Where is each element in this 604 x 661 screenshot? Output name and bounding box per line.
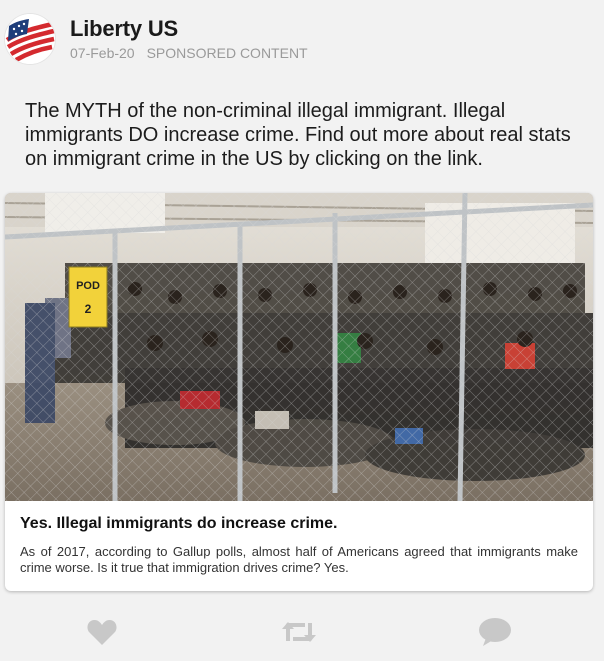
link-preview-image[interactable]: POD 2 <box>5 193 593 501</box>
sponsored-post: Liberty US 07-Feb-20 SPONSORED CONTENT Th… <box>0 0 604 661</box>
detention-facility-photo: POD 2 <box>5 193 593 501</box>
account-avatar[interactable] <box>5 14 55 64</box>
account-name[interactable]: Liberty US <box>70 16 178 42</box>
pod-sign-text: POD <box>76 280 100 292</box>
post-date: 07-Feb-20 <box>70 45 135 61</box>
post-meta: 07-Feb-20 SPONSORED CONTENT <box>70 45 308 61</box>
retweet-icon <box>282 622 316 642</box>
link-preview-description: As of 2017, according to Gallup polls, a… <box>20 544 578 575</box>
share-button[interactable] <box>279 612 319 652</box>
heart-icon <box>87 620 117 645</box>
us-flag-logo-icon <box>5 14 55 64</box>
sponsored-label: SPONSORED CONTENT <box>146 45 308 61</box>
pod-sign-number: 2 <box>85 302 92 316</box>
link-preview-card[interactable]: POD 2 Yes. Illegal immigrants do increas… <box>5 193 593 591</box>
post-text: The MYTH of the non-criminal illegal imm… <box>25 100 571 170</box>
like-button[interactable] <box>82 612 122 652</box>
comment-icon <box>479 618 511 646</box>
link-preview-title[interactable]: Yes. Illegal immigrants do increase crim… <box>20 515 337 533</box>
comment-button[interactable] <box>475 612 515 652</box>
post-actions <box>0 612 604 652</box>
